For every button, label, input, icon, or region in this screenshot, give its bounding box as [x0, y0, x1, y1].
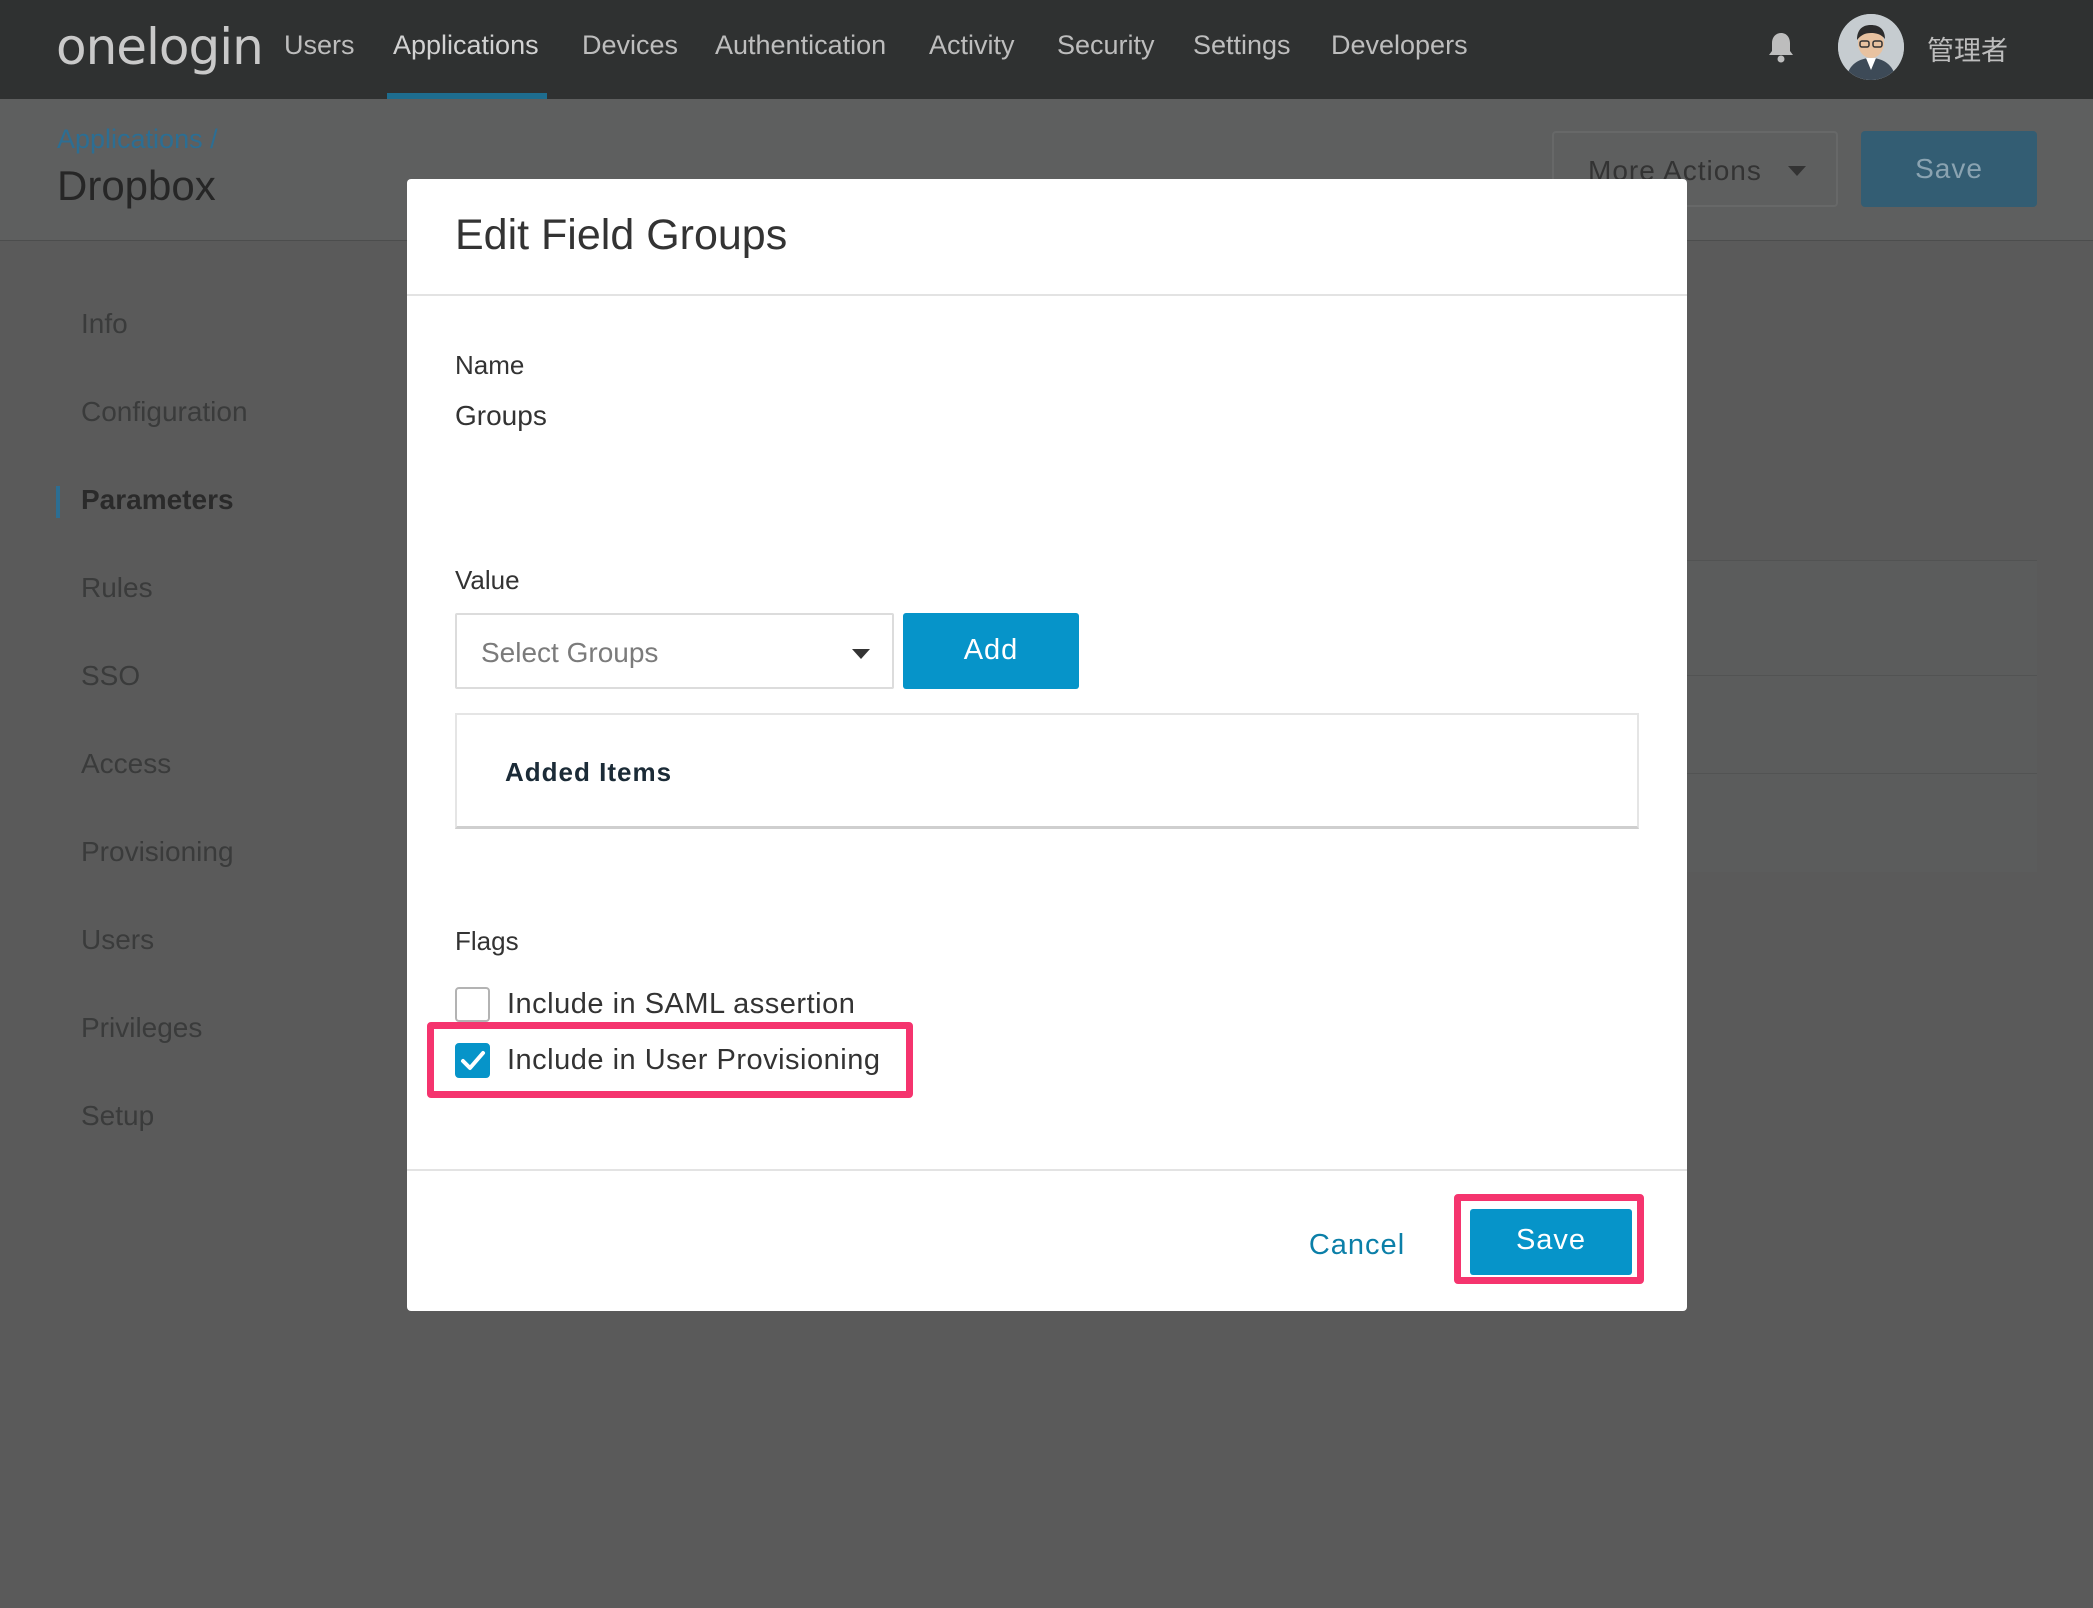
flags-label: Flags: [455, 926, 519, 956]
sidebar-item-provisioning[interactable]: Provisioning: [81, 836, 234, 868]
name-value: Groups: [455, 400, 547, 431]
dialog-save-label: Save: [1515, 1224, 1587, 1256]
bell-icon[interactable]: [1766, 30, 1796, 64]
select-groups-placeholder: Select Groups: [481, 637, 659, 668]
sidebar-item-configuration[interactable]: Configuration: [81, 396, 248, 428]
sidebar-item-users[interactable]: Users: [81, 924, 154, 956]
cancel-button-label: Cancel: [1308, 1229, 1406, 1261]
sidebar-item-info[interactable]: Info: [81, 308, 128, 340]
breadcrumb[interactable]: Applications /: [57, 124, 218, 155]
top-nav-bar: onelogin Users Applications Devices Auth…: [0, 0, 2093, 99]
added-items-panel: Added Items: [455, 713, 1639, 829]
nav-security[interactable]: Security: [1057, 30, 1155, 61]
nav-settings[interactable]: Settings: [1193, 30, 1291, 61]
dialog-footer-divider: [407, 1169, 1687, 1171]
name-label: Name: [455, 350, 525, 380]
dialog-save-button[interactable]: Save: [1470, 1209, 1632, 1275]
edit-field-groups-dialog: Edit Field Groups Name Groups Value Sele…: [407, 179, 1687, 1311]
add-button-label: Add: [963, 634, 1019, 666]
table-row-divider: [1660, 675, 2037, 676]
nav-activity[interactable]: Activity: [929, 30, 1015, 61]
user-name[interactable]: 管理者: [1927, 29, 2008, 68]
value-label: Value: [455, 565, 520, 595]
nav-authentication[interactable]: Authentication: [715, 30, 886, 61]
checkmark-icon: [461, 1051, 485, 1070]
nav-devices[interactable]: Devices: [582, 30, 678, 61]
page-title: Dropbox: [57, 162, 216, 209]
caret-down-icon: [852, 649, 870, 659]
nav-applications[interactable]: Applications: [393, 30, 539, 61]
add-button[interactable]: Add: [903, 613, 1079, 689]
user-avatar-icon: [1838, 14, 1904, 80]
page-save-button[interactable]: Save: [1861, 131, 2037, 207]
dialog-title: Edit Field Groups: [455, 211, 788, 259]
nav-developers[interactable]: Developers: [1331, 30, 1468, 61]
sidebar-item-privileges[interactable]: Privileges: [81, 1012, 202, 1044]
added-items-title: Added Items: [505, 757, 673, 787]
sidebar-item-parameters[interactable]: Parameters: [81, 484, 234, 516]
background-parameters-table: [1660, 560, 2037, 872]
page-save-label: Save: [1915, 153, 1983, 184]
table-row-divider: [1660, 773, 2037, 774]
sidebar-item-setup[interactable]: Setup: [81, 1100, 154, 1132]
avatar[interactable]: [1838, 14, 1904, 80]
sidebar-item-access[interactable]: Access: [81, 748, 171, 780]
sidebar-active-indicator: [56, 486, 60, 518]
cancel-button[interactable]: Cancel: [1287, 1217, 1427, 1277]
saml-assertion-label[interactable]: Include in SAML assertion: [507, 988, 855, 1021]
dialog-header: Edit Field Groups: [407, 179, 1687, 296]
caret-down-icon: [1788, 166, 1806, 176]
sidebar-item-sso[interactable]: SSO: [81, 660, 140, 692]
saml-assertion-checkbox[interactable]: [455, 987, 490, 1022]
nav-users[interactable]: Users: [284, 30, 355, 61]
sidebar-item-rules[interactable]: Rules: [81, 572, 153, 604]
user-provisioning-label[interactable]: Include in User Provisioning: [507, 1044, 880, 1077]
select-groups-dropdown[interactable]: Select Groups: [455, 613, 894, 689]
onelogin-logo[interactable]: onelogin: [56, 18, 264, 76]
user-provisioning-checkbox[interactable]: [455, 1043, 490, 1078]
